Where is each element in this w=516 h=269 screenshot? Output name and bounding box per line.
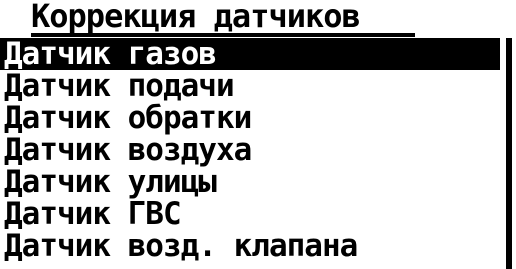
menu-item-gas-sensor[interactable]: Датчик газов [0,38,500,70]
menu-item-dhw-sensor[interactable]: Датчик ГВС [0,198,494,230]
menu-item-air-sensor[interactable]: Датчик воздуха [0,134,494,166]
scrollbar[interactable] [506,38,512,269]
lcd-screen: Коррекция датчиков Датчик газов Датчик п… [0,0,516,269]
menu-item-supply-sensor[interactable]: Датчик подачи [0,70,494,102]
menu-item-outdoor-sensor[interactable]: Датчик улицы [0,166,494,198]
menu-item-return-sensor[interactable]: Датчик обратки [0,102,494,134]
sensor-menu: Датчик газов Датчик подачи Датчик обратк… [0,38,516,262]
page-title: Коррекция датчиков [31,0,361,35]
menu-item-air-valve-sensor[interactable]: Датчик возд. клапана [0,230,494,262]
